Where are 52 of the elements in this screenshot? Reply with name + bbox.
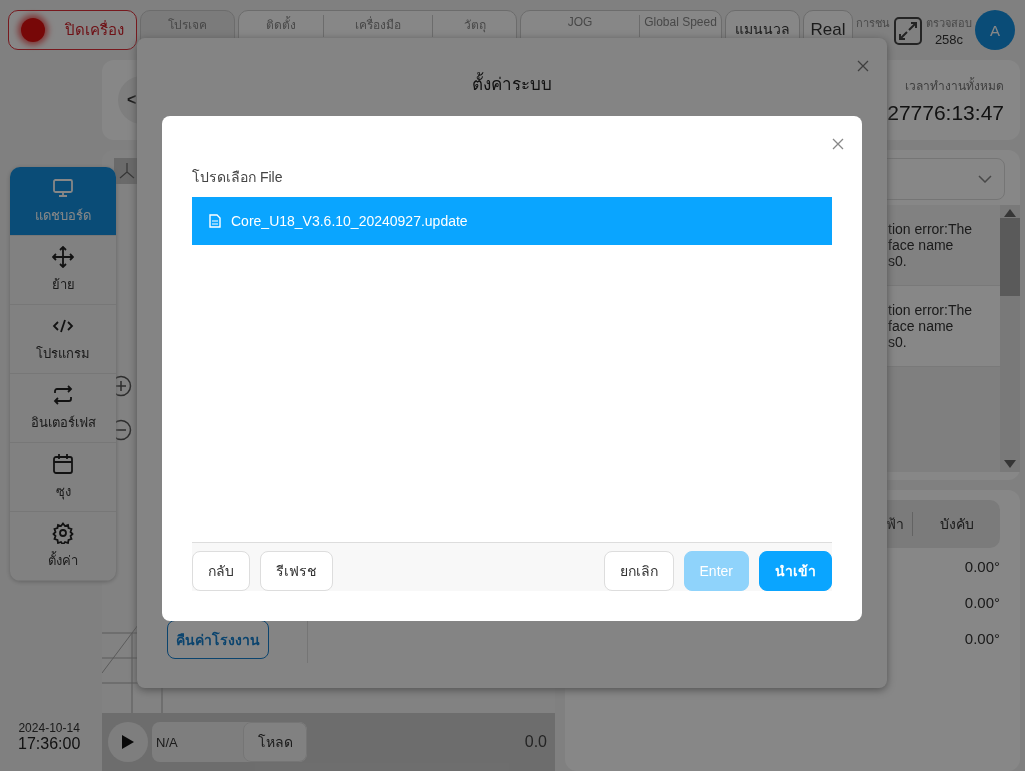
segment-tab[interactable]: บังคับ [913, 512, 1000, 536]
program-field[interactable]: N/A โหลด [152, 722, 307, 762]
sidebar-item[interactable]: ตั้งค่า [10, 512, 116, 581]
load-button[interactable]: โหลด [243, 722, 307, 762]
joint-value: 0.00° [964, 556, 1000, 577]
sidebar-item[interactable]: ซุง [10, 443, 116, 512]
factory-reset-button[interactable]: คืนค่าโรงงาน [167, 620, 269, 659]
joint-value: 0.00° [964, 628, 1000, 649]
runtime-label: เวลาทำงานทั้งหมด [905, 76, 1004, 95]
collision-label: การชน [856, 16, 890, 31]
play-button[interactable] [108, 722, 148, 762]
scroll-thumb[interactable] [1000, 218, 1020, 296]
expand-icon [893, 16, 923, 46]
chip-label: วัตถุ [432, 15, 516, 37]
scrollbar[interactable] [1000, 205, 1020, 472]
scroll-down-icon [1003, 459, 1017, 469]
file-item[interactable]: Core_U18_V3.6.10_20240927.update [192, 197, 832, 245]
chip-label: JOG [566, 15, 594, 31]
dialog-button[interactable]: กลับ [192, 551, 250, 591]
close-icon[interactable] [857, 60, 869, 72]
program-name: N/A [155, 734, 179, 750]
chip-label: ติดตั้ง [265, 15, 297, 34]
speed-value: 0.0 [524, 733, 547, 751]
monitor-icon [52, 176, 74, 199]
dialog-button[interactable]: นำเข้า [759, 551, 832, 591]
dialog-title: ตั้งค่าระบบ [137, 70, 887, 97]
sidebar-item[interactable]: ย้าย [10, 236, 116, 305]
runtime-value: 27776:13:47 [887, 100, 1004, 125]
chevron-down-icon [978, 175, 992, 183]
sidebar-item[interactable]: อินเตอร์เฟส [10, 374, 116, 443]
swap-arrows-icon [52, 383, 74, 406]
sidebar-item[interactable]: โปรแกรม [10, 305, 116, 374]
move-arrows-icon [52, 245, 74, 268]
close-icon[interactable] [832, 138, 844, 150]
calendar-icon [52, 452, 74, 475]
dialog-button[interactable]: รีเฟรช [260, 551, 333, 591]
file-prompt: โปรดเลือก File [192, 168, 284, 187]
joint-value: 0.00° [964, 592, 1000, 613]
chip-label: Global Speed [639, 15, 721, 37]
sidebar-item[interactable]: แดชบอร์ด [10, 167, 116, 236]
date-text: 2024-10-14 [18, 721, 80, 735]
user-avatar[interactable]: A [975, 10, 1015, 50]
document-icon [209, 214, 221, 228]
chip-label: เครื่องมือ [323, 15, 432, 37]
play-icon [121, 734, 135, 750]
settings-icon [52, 521, 74, 544]
dialog-button[interactable]: ยกเลิก [603, 551, 674, 591]
check-label: ตรวจสอบ [926, 16, 972, 31]
check-value: 258c [934, 32, 964, 47]
power-off-button[interactable]: ปิดเครื่อง [8, 10, 137, 50]
time-text: 17:36:00 [18, 735, 81, 753]
status-dot [21, 18, 45, 42]
